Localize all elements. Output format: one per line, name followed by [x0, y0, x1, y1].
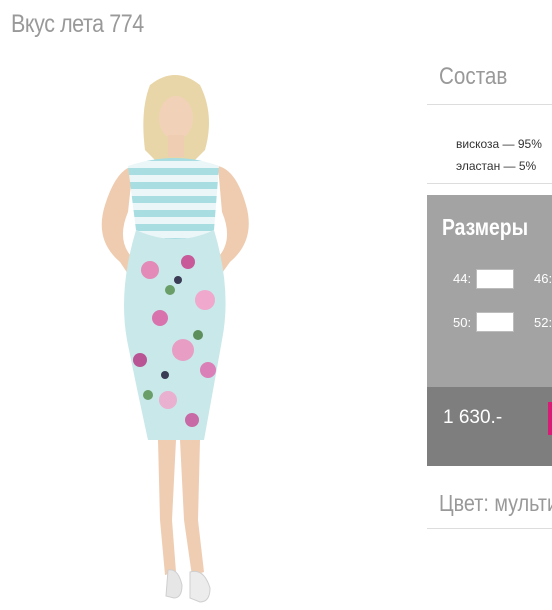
product-title: Вкус лета 774	[11, 10, 144, 38]
composition-heading: Состав	[439, 63, 508, 90]
price-panel: 1 630.-	[427, 387, 552, 466]
sizes-heading: Размеры	[442, 214, 529, 240]
divider	[427, 183, 552, 184]
product-photo	[0, 52, 420, 610]
size-quantity-50[interactable]	[476, 312, 514, 332]
size-label-50: 50:	[453, 315, 472, 330]
composition-item-elastane: эластан — 5%	[456, 159, 537, 173]
price-value: 1 630.-	[443, 407, 503, 428]
composition-item-viscose: вискоза — 95%	[456, 137, 542, 151]
divider	[427, 528, 552, 529]
size-label-52: 52:	[534, 315, 552, 330]
divider	[427, 104, 552, 105]
sizes-panel: Размеры 44: 46: 50: 52:	[427, 195, 552, 387]
buy-button[interactable]	[548, 402, 552, 435]
color-heading: Цвет: мульти	[439, 490, 552, 516]
size-label-44: 44:	[453, 271, 472, 286]
size-quantity-44[interactable]	[476, 269, 514, 289]
size-label-46: 46:	[534, 271, 552, 286]
